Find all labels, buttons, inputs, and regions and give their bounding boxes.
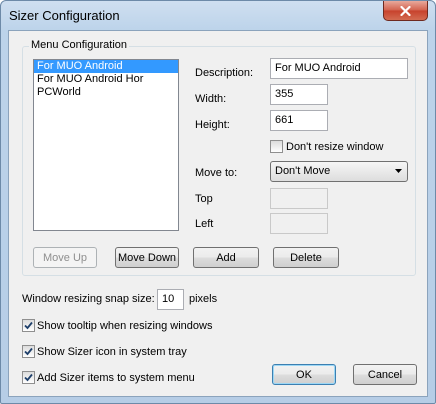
dont-resize-label: Don't resize window (286, 141, 384, 153)
chevron-down-icon (395, 169, 402, 173)
menu-list[interactable]: For MUO Android For MUO Android Hor PCWo… (33, 59, 179, 231)
list-item[interactable]: For MUO Android Hor (34, 73, 178, 86)
delete-button[interactable]: Delete (273, 247, 339, 268)
top-field (270, 188, 328, 209)
snap-size-unit: pixels (189, 293, 218, 305)
width-field[interactable]: 355 (270, 84, 328, 105)
move-up-button[interactable]: Move Up (33, 247, 97, 268)
checkmark-icon (24, 373, 33, 382)
add-button[interactable]: Add (193, 247, 259, 268)
height-label: Height: (195, 119, 230, 131)
move-down-button[interactable]: Move Down (115, 247, 179, 268)
menu-configuration-group: Menu Configuration For MUO Android For M… (22, 39, 416, 276)
dialog-client-area: Menu Configuration For MUO Android For M… (8, 30, 428, 397)
description-label: Description: (195, 67, 254, 79)
menu-configuration-legend: Menu Configuration (29, 39, 130, 51)
move-to-value: Don't Move (275, 165, 331, 177)
title-bar[interactable]: Sizer Configuration (1, 1, 435, 29)
show-tray-icon-label: Show Sizer icon in system tray (37, 346, 187, 358)
width-label: Width: (195, 93, 227, 105)
top-label: Top (195, 193, 213, 205)
snap-size-field[interactable]: 10 (157, 289, 184, 310)
window-title: Sizer Configuration (9, 8, 120, 23)
cancel-button[interactable]: Cancel (353, 364, 417, 385)
close-icon (400, 5, 411, 16)
system-menu-label: Add Sizer items to system menu (37, 372, 195, 384)
close-button[interactable] (383, 1, 428, 21)
show-tooltip-label: Show tooltip when resizing windows (37, 320, 213, 332)
show-tray-icon-checkbox[interactable] (22, 345, 35, 358)
description-field[interactable]: For MUO Android (270, 58, 408, 79)
height-field[interactable]: 661 (270, 110, 328, 131)
move-to-select[interactable]: Don't Move (270, 161, 408, 182)
system-menu-checkbox[interactable] (22, 371, 35, 384)
list-item[interactable]: PCWorld (34, 86, 178, 99)
sizer-configuration-window: Sizer Configuration Menu Configuration F… (0, 0, 436, 404)
left-label: Left (195, 218, 214, 230)
snap-size-label: Window resizing snap size: (22, 293, 155, 305)
show-tooltip-checkbox[interactable] (22, 319, 35, 332)
checkmark-icon (24, 321, 33, 330)
dont-resize-checkbox[interactable] (270, 140, 283, 153)
list-item[interactable]: For MUO Android (34, 60, 178, 73)
checkmark-icon (24, 347, 33, 356)
left-field (270, 213, 328, 234)
move-to-label: Move to: (195, 167, 238, 179)
ok-button[interactable]: OK (272, 364, 336, 385)
